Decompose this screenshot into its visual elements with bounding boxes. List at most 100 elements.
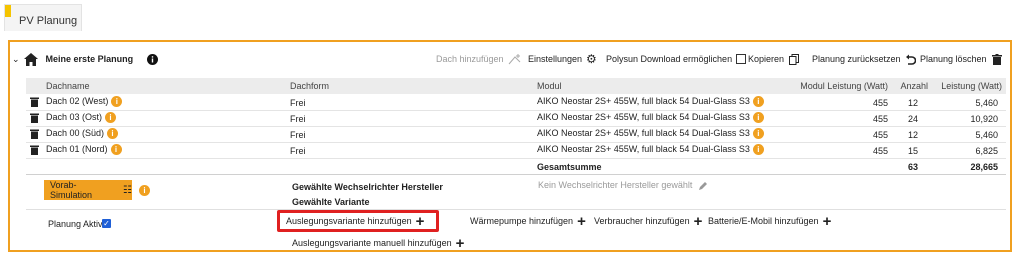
row-anzahl: 12: [907, 130, 918, 140]
pencil-icon[interactable]: [698, 181, 708, 191]
copy-icon: [789, 53, 800, 65]
add-roof-button[interactable]: Dach hinzufügen: [436, 50, 522, 68]
settings-button[interactable]: Einstellungen ⚙: [528, 50, 597, 68]
row-modul: AIKO Neostar 2S+ 455W, full black 54 Dua…: [537, 96, 764, 108]
row-dachname[interactable]: Dach 01 (Nord) i: [46, 144, 122, 156]
tab-pv-planung[interactable]: PV Planung: [4, 4, 82, 31]
info-icon[interactable]: i: [110, 144, 122, 156]
total-anzahl: 63: [907, 162, 918, 172]
info-icon[interactable]: i: [105, 112, 117, 124]
row-modul-leistung: 455: [872, 130, 888, 140]
trash-icon: [991, 53, 1002, 65]
row-modul-leistung: 455: [872, 114, 888, 124]
add-design-variant-manual-label: Auslegungsvariante manuell hinzufügen: [292, 238, 452, 248]
polysun-label: Polysun Download ermöglichen: [606, 54, 733, 64]
add-design-variant-label: Auslegungsvariante hinzufügen: [286, 216, 412, 226]
delete-planning-button[interactable]: Planung löschen: [920, 50, 1002, 68]
planning-active-label: Planung Aktiv: [48, 219, 103, 229]
tab-accent: [5, 5, 11, 17]
add-heat-pump-label: Wärmepumpe hinzufügen: [470, 216, 574, 226]
col-leistung: Leistung (Watt): [941, 81, 1002, 91]
row-dachform: Frei: [290, 98, 306, 108]
trash-icon[interactable]: [30, 145, 39, 155]
col-modul: Modul: [537, 81, 562, 91]
plus-icon: +: [822, 212, 832, 230]
row-dachform: Frei: [290, 146, 306, 156]
row-dachname[interactable]: Dach 02 (West) i: [46, 96, 123, 108]
simulation-icon: ☷: [123, 184, 132, 196]
col-modul-leistung: Modul Leistung (Watt): [800, 81, 888, 91]
info-icon[interactable]: i: [107, 128, 119, 140]
row-modul-leistung: 455: [872, 98, 888, 108]
reset-label: Planung zurücksetzen: [812, 54, 901, 64]
row-divider: [26, 174, 1006, 175]
row-modul: AIKO Neostar 2S+ 455W, full black 54 Dua…: [537, 112, 764, 124]
info-icon[interactable]: [147, 53, 159, 65]
col-anzahl: Anzahl: [900, 81, 928, 91]
info-icon[interactable]: i: [752, 96, 764, 108]
plus-icon: +: [415, 212, 425, 230]
reset-button[interactable]: Planung zurücksetzen: [812, 50, 916, 68]
plus-icon: +: [455, 234, 465, 252]
trash-icon[interactable]: [30, 113, 39, 123]
row-dachname[interactable]: Dach 03 (Ost) i: [46, 112, 117, 124]
row-leistung: 10,920: [970, 114, 998, 124]
inverter-manufacturer-label: Gewählte Wechselrichter Hersteller: [292, 182, 443, 192]
row-modul: AIKO Neostar 2S+ 455W, full black 54 Dua…: [537, 128, 764, 140]
tab-label: PV Planung: [19, 15, 78, 27]
add-heat-pump-button[interactable]: Wärmepumpe hinzufügen +: [470, 212, 586, 230]
pre-simulation-label: Vorab-Simulation: [50, 180, 93, 200]
trash-icon[interactable]: [30, 129, 39, 139]
delete-planning-label: Planung löschen: [920, 54, 987, 64]
section-divider: [26, 209, 1006, 210]
row-leistung: 6,825: [975, 146, 998, 156]
info-icon[interactable]: i: [111, 96, 123, 108]
inverter-manufacturer-value[interactable]: Kein Wechselrichter Hersteller gewählt: [538, 180, 708, 191]
info-icon[interactable]: i: [139, 185, 150, 196]
add-roof-icon: [508, 54, 520, 65]
row-dachname[interactable]: Dach 00 (Süd) i: [46, 128, 119, 140]
plus-icon: +: [577, 212, 586, 230]
row-modul: AIKO Neostar 2S+ 455W, full black 54 Dua…: [537, 144, 764, 156]
add-design-variant-manual-button[interactable]: Auslegungsvariante manuell hinzufügen +: [292, 234, 465, 252]
row-divider: [26, 110, 1006, 111]
info-icon[interactable]: i: [752, 144, 764, 156]
undo-icon: [905, 54, 916, 65]
col-dachname: Dachname: [46, 81, 90, 91]
add-consumer-label: Verbraucher hinzufügen: [594, 216, 690, 226]
planning-active-checkbox[interactable]: ✓: [102, 219, 111, 228]
plus-icon: +: [693, 212, 703, 230]
home-icon: [23, 52, 38, 66]
row-dachform: Frei: [290, 114, 306, 124]
info-icon[interactable]: i: [752, 128, 764, 140]
total-label: Gesamtsumme: [537, 162, 602, 172]
row-leistung: 5,460: [975, 98, 998, 108]
polysun-checkbox[interactable]: [736, 54, 747, 64]
copy-label: Kopieren: [748, 54, 785, 64]
row-modul-leistung: 455: [872, 146, 888, 156]
add-consumer-button[interactable]: Verbraucher hinzufügen +: [594, 212, 703, 230]
settings-label: Einstellungen: [528, 54, 583, 64]
tab-bar: PV Planung: [0, 0, 1024, 32]
selected-variant-label: Gewählte Variante: [292, 197, 370, 207]
pre-simulation-button[interactable]: Vorab-Simulation ☷: [44, 180, 132, 200]
row-anzahl: 12: [907, 98, 918, 108]
add-design-variant-button[interactable]: Auslegungsvariante hinzufügen +: [286, 212, 425, 230]
polysun-toggle[interactable]: Polysun Download ermöglichen: [606, 50, 747, 68]
info-icon[interactable]: i: [752, 112, 764, 124]
total-leistung: 28,665: [970, 162, 998, 172]
add-battery-button[interactable]: Batterie/E-Mobil hinzufügen +: [708, 212, 832, 230]
col-dachform: Dachform: [290, 81, 330, 91]
planning-title: Meine erste Planung: [45, 54, 134, 64]
gear-icon: ⚙: [586, 52, 597, 66]
table-header: Dachname Dachform Modul Modul Leistung (…: [26, 78, 1006, 94]
chevron-down-icon[interactable]: ⌄: [12, 54, 20, 65]
row-dachform: Frei: [290, 130, 306, 140]
row-divider: [26, 158, 1006, 159]
row-leistung: 5,460: [975, 130, 998, 140]
trash-icon[interactable]: [30, 97, 39, 107]
add-roof-label: Dach hinzufügen: [436, 54, 504, 64]
add-battery-label: Batterie/E-Mobil hinzufügen: [708, 216, 819, 226]
copy-button[interactable]: Kopieren: [748, 50, 800, 68]
row-divider: [26, 126, 1006, 127]
